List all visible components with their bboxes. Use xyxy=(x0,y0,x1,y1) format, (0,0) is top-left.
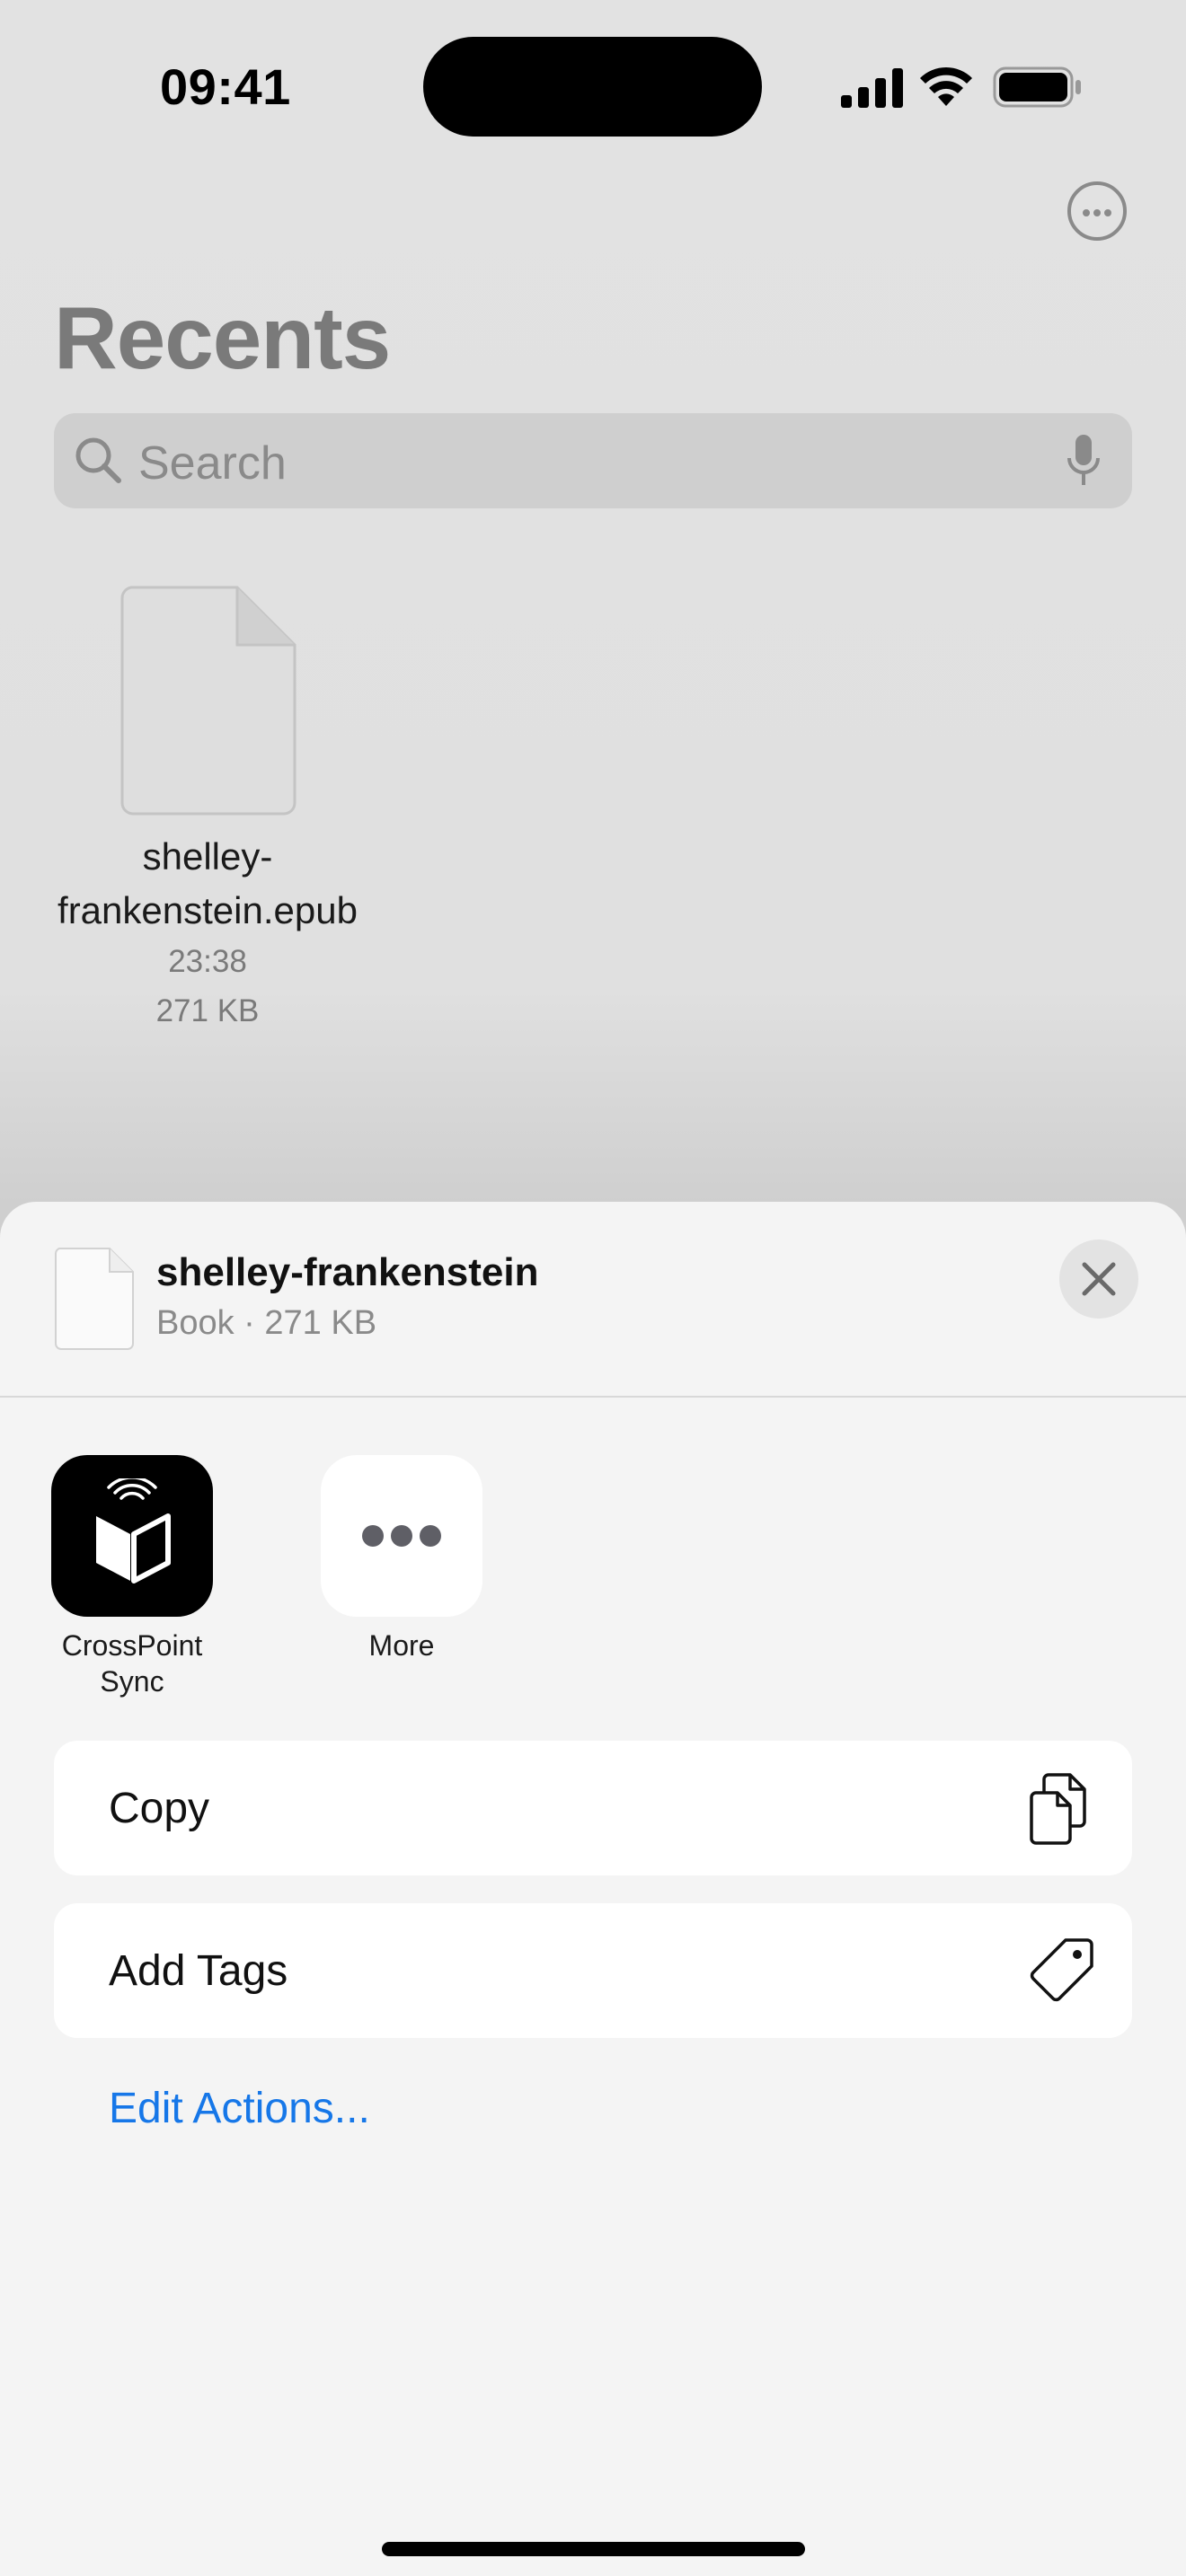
microphone-icon[interactable] xyxy=(1066,433,1102,489)
crosspoint-sync-label: CrossPoint Sync xyxy=(61,1629,203,1698)
battery-icon xyxy=(993,66,1081,108)
share-sheet: shelley-frankenstein Book · 271 KB Cross… xyxy=(0,1202,1186,2576)
edit-actions-link[interactable]: Edit Actions... xyxy=(109,2084,370,2133)
file-size: 271 KB xyxy=(155,993,260,1028)
document-thumbnail-icon[interactable] xyxy=(120,586,296,816)
more-options-button[interactable] xyxy=(1067,181,1127,241)
more-dot xyxy=(1083,209,1090,216)
wifi-icon xyxy=(920,66,972,106)
crosspoint-sync-app[interactable] xyxy=(51,1455,213,1617)
share-sheet-title: shelley-frankenstein xyxy=(156,1250,539,1294)
add-tags-action[interactable]: Add Tags xyxy=(54,1903,1132,2038)
more-dot xyxy=(1104,209,1111,216)
status-time: 09:41 xyxy=(160,58,291,115)
cellular-signal-icon xyxy=(841,68,903,108)
close-button[interactable] xyxy=(1059,1239,1138,1319)
more-apps-label: More xyxy=(368,1629,435,1662)
more-apps-button[interactable] xyxy=(321,1455,482,1617)
tag-icon xyxy=(1030,1938,1093,2002)
close-icon xyxy=(1082,1262,1116,1296)
add-tags-action-label: Add Tags xyxy=(109,1947,288,1995)
document-icon xyxy=(55,1248,134,1350)
dynamic-island xyxy=(423,37,762,137)
page-title: Recents xyxy=(54,288,391,387)
copy-icon xyxy=(1030,1773,1086,1845)
share-sheet-subtitle: Book · 271 KB xyxy=(156,1304,377,1342)
search-icon xyxy=(75,437,121,483)
copy-action-label: Copy xyxy=(109,1785,210,1832)
file-time: 23:38 xyxy=(168,944,247,979)
search-bar[interactable]: Search xyxy=(54,413,1132,508)
more-dot xyxy=(1093,209,1101,216)
file-name: shelley-frankenstein.epub xyxy=(58,835,358,931)
search-placeholder[interactable]: Search xyxy=(138,437,287,490)
copy-action[interactable]: Copy xyxy=(54,1741,1132,1875)
divider xyxy=(0,1396,1186,1398)
crosspoint-sync-icon xyxy=(96,1478,171,1584)
home-indicator[interactable] xyxy=(382,2542,805,2556)
